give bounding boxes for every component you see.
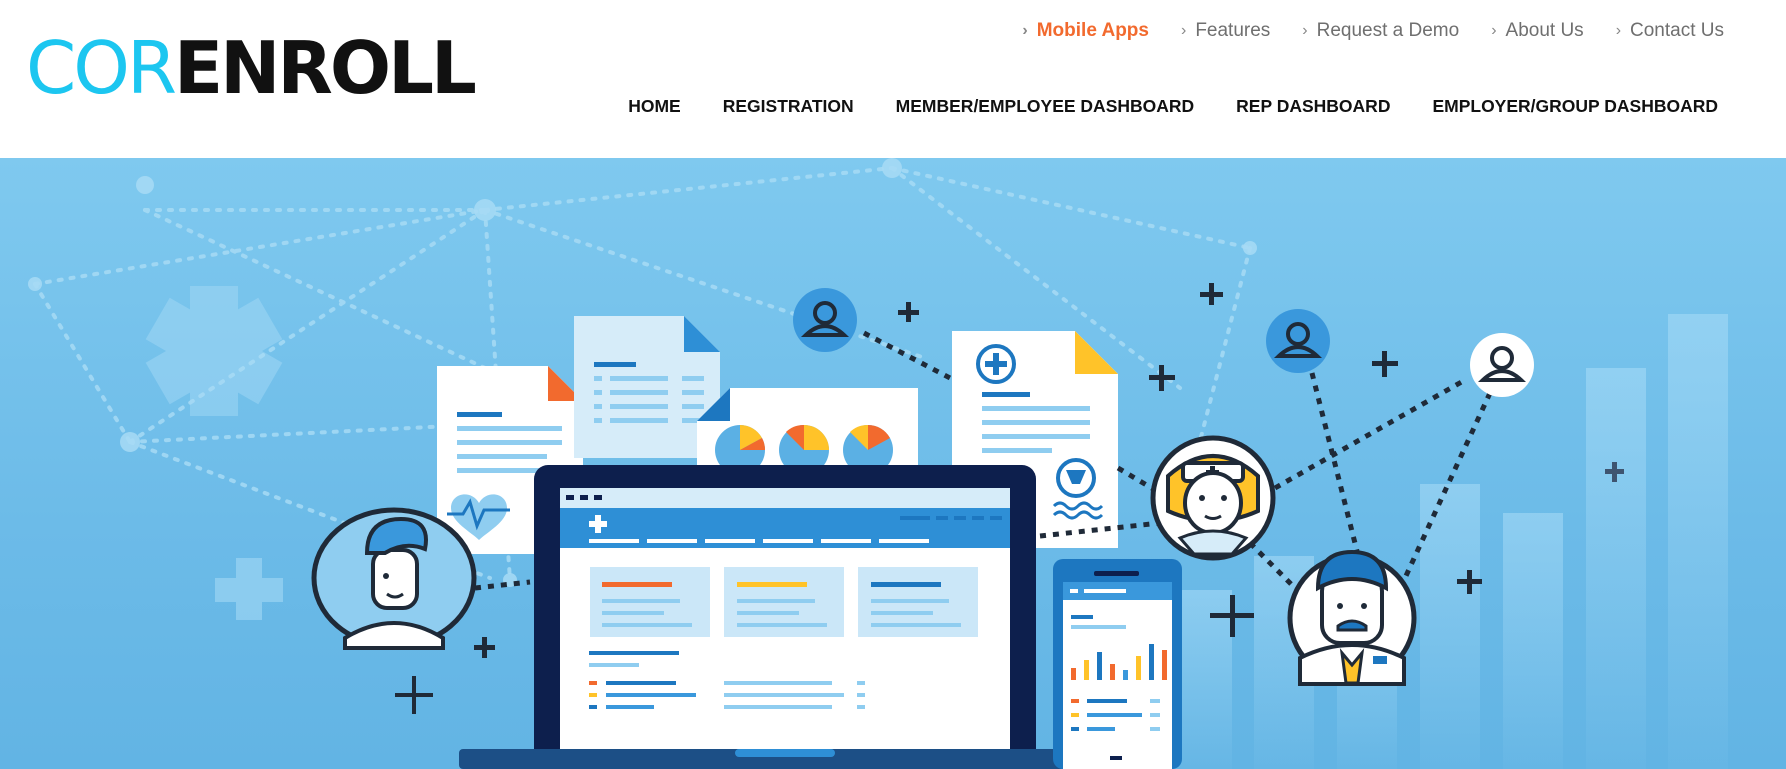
topnav-label: Request a Demo bbox=[1316, 20, 1460, 41]
phone-chart-icon bbox=[1053, 559, 1182, 769]
chevron-right-icon: › bbox=[1491, 22, 1497, 39]
topnav-label: Features bbox=[1195, 20, 1271, 41]
nav-registration[interactable]: REGISTRATION bbox=[723, 96, 854, 117]
site-header: CORENROLL › Mobile Apps › Features › Reques… bbox=[0, 0, 1786, 158]
topnav-request-demo[interactable]: › Request a Demo bbox=[1302, 20, 1459, 42]
corenroll-logo[interactable]: CORENROLL bbox=[26, 32, 477, 104]
topnav-label: Contact Us bbox=[1630, 20, 1724, 41]
logo-part2: ENROLL bbox=[173, 26, 477, 110]
nav-home[interactable]: HOME bbox=[628, 96, 681, 117]
topnav-label: About Us bbox=[1505, 20, 1584, 41]
nav-employer-group-dashboard[interactable]: EMPLOYER/GROUP DASHBOARD bbox=[1432, 96, 1718, 117]
user-icon bbox=[1470, 333, 1534, 397]
nurse-avatar-icon bbox=[1150, 435, 1276, 561]
topnav-about-us[interactable]: › About Us bbox=[1491, 20, 1583, 42]
nav-rep-dashboard[interactable]: REP DASHBOARD bbox=[1236, 96, 1390, 117]
user-icon bbox=[793, 288, 857, 352]
background-cross-icon bbox=[215, 558, 283, 620]
chevron-right-icon: › bbox=[1022, 22, 1028, 39]
chevron-right-icon: › bbox=[1302, 22, 1308, 39]
topnav-features[interactable]: › Features bbox=[1181, 20, 1270, 42]
main-nav: HOME REGISTRATION MEMBER/EMPLOYEE DASHBO… bbox=[628, 96, 1718, 117]
hero-banner bbox=[0, 158, 1786, 769]
chevron-right-icon: › bbox=[1615, 22, 1622, 39]
user-icon bbox=[1266, 309, 1330, 373]
healthcare-network-illustration bbox=[28, 158, 1728, 769]
topnav-mobile-apps[interactable]: › Mobile Apps bbox=[1022, 20, 1149, 42]
topnav-label: Mobile Apps bbox=[1036, 20, 1149, 41]
logo-part1: COR bbox=[26, 26, 177, 110]
doctor-avatar-icon bbox=[1287, 549, 1417, 686]
chevron-right-icon: › bbox=[1180, 22, 1187, 39]
laptop-dashboard-icon bbox=[459, 465, 1109, 769]
pie-chart-document-icon bbox=[697, 388, 918, 475]
man-avatar-icon bbox=[311, 507, 477, 650]
background-star-of-life-icon bbox=[145, 286, 283, 416]
top-nav: › Mobile Apps › Features › Request a Demo ›… bbox=[1022, 20, 1724, 42]
nav-member-employee-dashboard[interactable]: MEMBER/EMPLOYEE DASHBOARD bbox=[896, 96, 1195, 117]
topnav-contact-us[interactable]: › Contact Us bbox=[1616, 20, 1724, 42]
